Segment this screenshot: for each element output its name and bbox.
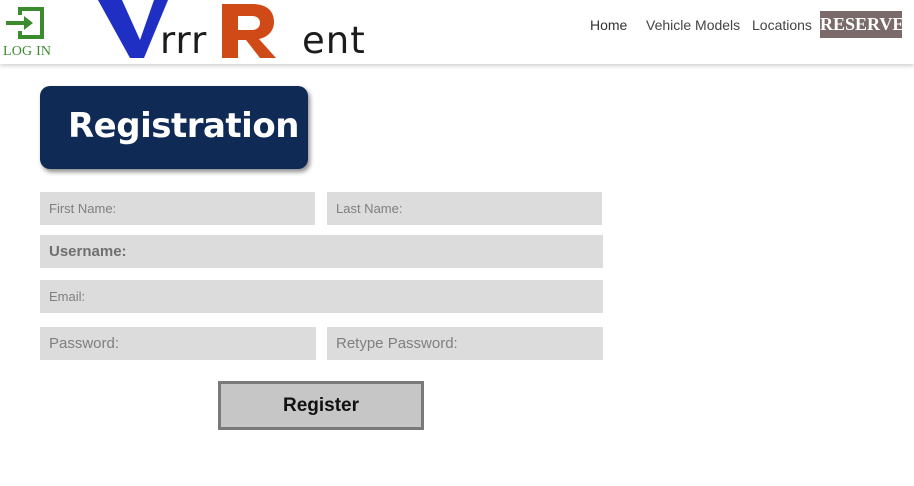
site-header: LOG IN rrr ent Home Vehicle Models Locat… xyxy=(0,0,914,64)
login-link[interactable]: LOG IN xyxy=(0,0,60,62)
first-name-field[interactable] xyxy=(40,192,315,225)
username-field[interactable] xyxy=(40,235,603,268)
site-logo[interactable]: rrr ent xyxy=(60,0,365,64)
registration-banner: Registration xyxy=(40,86,308,169)
logo-text-ent: ent xyxy=(302,19,366,62)
login-label: LOG IN xyxy=(3,44,52,59)
logo-text-rrr: rrr xyxy=(160,19,208,62)
reserve-button[interactable]: RESERVE xyxy=(820,11,904,38)
retype-password-field[interactable] xyxy=(327,327,603,360)
nav-home[interactable]: Home xyxy=(590,17,627,37)
page-title: Registration xyxy=(68,106,299,146)
register-button[interactable]: Register xyxy=(218,381,424,430)
email-field[interactable] xyxy=(40,280,603,313)
last-name-field[interactable] xyxy=(327,192,602,225)
nav-locations[interactable]: Locations xyxy=(752,17,812,37)
password-field[interactable] xyxy=(40,327,316,360)
nav-vehicle-models[interactable]: Vehicle Models xyxy=(646,17,740,37)
login-icon xyxy=(6,7,44,39)
